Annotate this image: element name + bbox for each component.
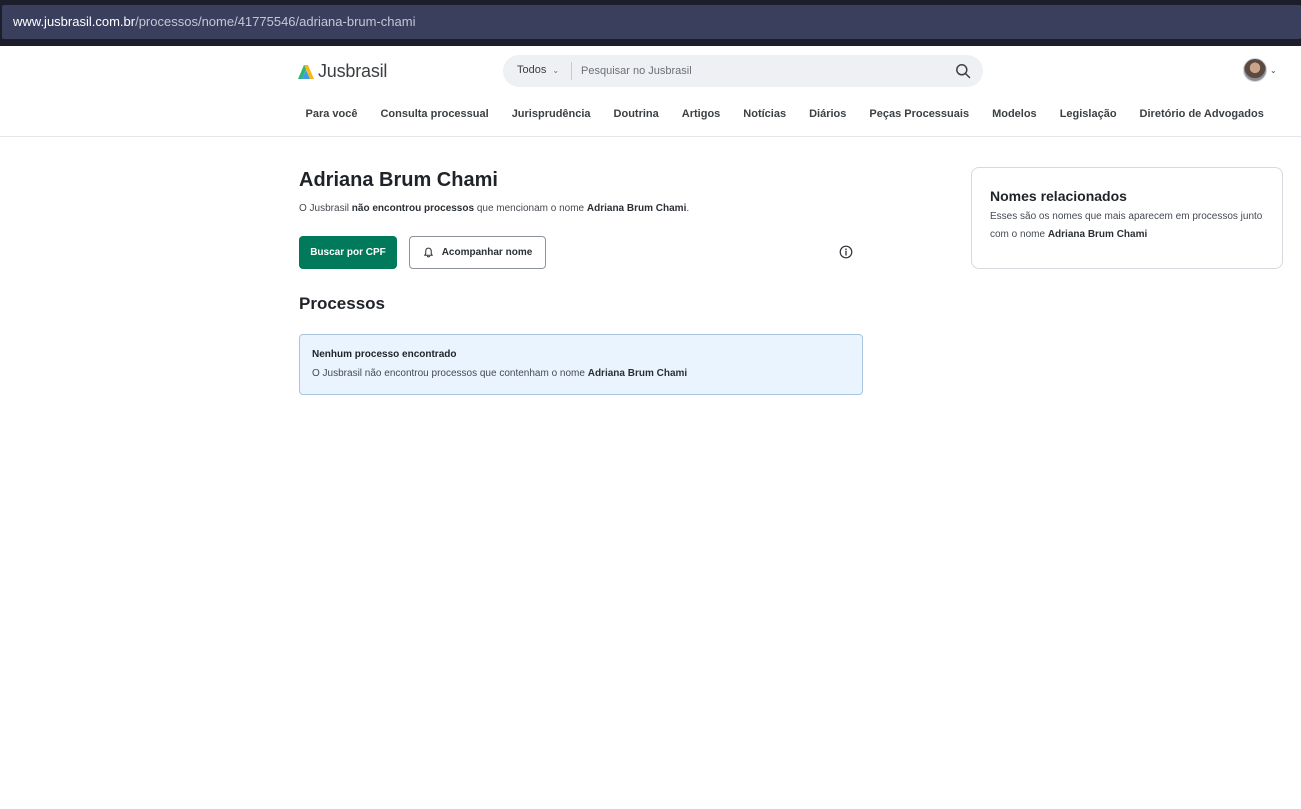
nav-item-noticias[interactable]: Notícias — [732, 104, 798, 124]
processes-section-title: Processos — [299, 294, 385, 313]
nav-item-artigos[interactable]: Artigos — [670, 104, 732, 124]
subtitle-middle: que mencionam o nome — [474, 203, 587, 214]
browser-chrome: www.jusbrasil.com.br/processos/nome/4177… — [0, 0, 1301, 46]
alert-title: Nenhum processo encontrado — [312, 349, 457, 360]
alert-name: Adriana Brum Chami — [587, 368, 688, 379]
nav-item-modelos[interactable]: Modelos — [981, 104, 1049, 124]
logo-text: Jusbrasil — [318, 60, 388, 81]
subtitle-name: Adriana Brum Chami — [586, 203, 687, 214]
nav-item-consulta-processual[interactable]: Consulta processual — [369, 104, 500, 124]
user-menu[interactable]: ⌄ — [1243, 58, 1277, 82]
nav-item-para-voce[interactable]: Para você — [294, 104, 369, 124]
subtitle-suffix: . — [686, 203, 690, 214]
info-icon[interactable] — [839, 245, 853, 259]
nav-item-jurisprudencia[interactable]: Jurisprudência — [500, 104, 602, 124]
search-icon[interactable] — [955, 63, 971, 79]
nav-item-diarios[interactable]: Diários — [798, 104, 858, 124]
search-by-cpf-button[interactable]: Buscar por CPF — [299, 236, 397, 269]
main-nav: Para você Consulta processual Jurisprudê… — [294, 104, 1275, 124]
related-names-card: Nomes relacionados Esses são os nomes qu… — [971, 167, 1283, 269]
follow-name-label: Acompanhar nome — [441, 247, 533, 258]
search-input[interactable] — [581, 62, 941, 80]
chevron-down-icon: ⌄ — [1270, 65, 1277, 75]
site-header: Jusbrasil Todos ⌄ ⌄ Para você Consulta p… — [0, 46, 1301, 137]
search-scope-dropdown[interactable]: Todos ⌄ — [517, 64, 559, 76]
chevron-down-icon: ⌄ — [552, 65, 560, 75]
page-title: Adriana Brum Chami — [299, 169, 498, 191]
nav-item-pecas-processuais[interactable]: Peças Processuais — [858, 104, 981, 124]
nav-item-doutrina[interactable]: Doutrina — [602, 104, 670, 124]
nav-item-legislacao[interactable]: Legislação — [1048, 104, 1128, 124]
search-scope-label: Todos — [517, 64, 547, 76]
bell-icon — [423, 247, 433, 258]
subtitle-prefix: O Jusbrasil — [299, 203, 352, 214]
nav-item-diretorio-de-advogados[interactable]: Diretório de Advogados — [1128, 104, 1275, 124]
jusbrasil-logo[interactable]: Jusbrasil — [298, 59, 387, 83]
url-path: /processos/nome/41775546/adriana-brum-ch… — [135, 14, 416, 29]
follow-name-button[interactable]: Acompanhar nome — [409, 236, 546, 269]
related-names-name: Adriana Brum Chami — [1047, 229, 1148, 240]
related-names-description: Esses são os nomes que mais aparecem em … — [990, 208, 1275, 244]
address-bar[interactable]: www.jusbrasil.com.br/processos/nome/4177… — [2, 5, 1301, 39]
logo-icon — [298, 65, 314, 79]
related-names-title: Nomes relacionados — [990, 188, 1127, 204]
no-results-alert: Nenhum processo encontrado O Jusbrasil n… — [299, 334, 863, 395]
url-host: www.jusbrasil.com.br — [13, 14, 136, 29]
search-divider — [571, 62, 572, 80]
address-url[interactable]: www.jusbrasil.com.br/processos/nome/4177… — [13, 14, 415, 29]
subtitle-emphasis: não encontrou processos — [351, 203, 475, 214]
page-subtitle: O Jusbrasil não encontrou processos que … — [299, 203, 689, 214]
avatar[interactable] — [1243, 58, 1267, 82]
alert-text: O Jusbrasil não encontrou processos que … — [312, 368, 687, 379]
search-bar: Todos ⌄ — [503, 55, 983, 87]
alert-message: O Jusbrasil não encontrou processos que … — [312, 368, 588, 379]
